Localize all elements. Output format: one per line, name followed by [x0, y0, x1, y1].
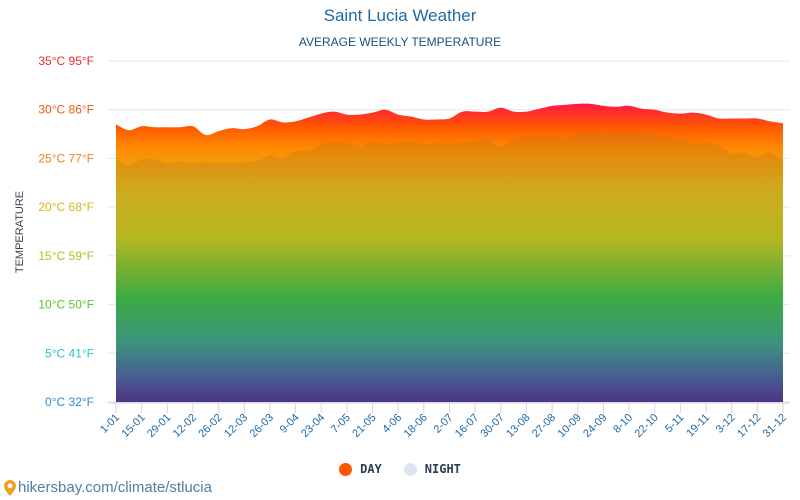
x-tick-label: 30-07 [479, 412, 507, 440]
x-tick-label: 1-01 [98, 412, 122, 436]
x-tick-label: 9-04 [278, 412, 302, 436]
x-tick-label: 29-01 [145, 412, 173, 440]
x-tick-label: 18-06 [402, 412, 430, 440]
x-tick-label: 27-08 [530, 412, 558, 440]
y-tick-label: 35°C 95°F [38, 54, 94, 68]
x-tick-label: 2-07 [432, 412, 456, 436]
x-tick-label: 13-08 [504, 412, 532, 440]
legend-item-day[interactable]: DAY [339, 462, 382, 476]
x-tick-label: 26-02 [196, 412, 224, 440]
legend-item-night[interactable]: NIGHT [403, 462, 461, 476]
x-tick-label: 19-11 [684, 412, 712, 440]
source-link[interactable]: hikersbay.com/climate/stlucia [4, 479, 212, 496]
y-tick-label: 15°C 59°F [38, 249, 94, 263]
source-url: hikersbay.com/climate/stlucia [18, 479, 212, 496]
y-tick-label: 5°C 41°F [45, 346, 94, 360]
y-tick-labels: 0°C 32°F 5°C 41°F 10°C 50°F 15°C 59°F 20°C 6… [38, 54, 94, 409]
day-dot-icon [339, 462, 353, 476]
x-tick-label: 16-07 [453, 412, 481, 440]
night-area [116, 132, 783, 402]
x-tick-label: 10-09 [556, 412, 584, 440]
x-tick-label: 24-09 [581, 412, 609, 440]
x-tick-label: 3-12 [714, 412, 738, 436]
legend: DAY NIGHT [0, 462, 800, 476]
x-tick-label: 17-12 [735, 412, 763, 440]
x-tick-label: 4-06 [380, 412, 404, 436]
y-tick-label: 20°C 68°F [38, 200, 94, 214]
temperature-chart: 0°C 32°F 5°C 41°F 10°C 50°F 15°C 59°F 20°C 6… [38, 54, 790, 440]
x-tick-label: 31-12 [761, 412, 789, 440]
x-tick-label: 21-05 [350, 412, 378, 440]
x-tick-label: 15-01 [119, 412, 147, 440]
x-tick-label: 23-04 [299, 412, 327, 440]
map-pin-icon [4, 479, 16, 496]
x-tick-label: 12-02 [171, 412, 199, 440]
night-dot-icon [403, 462, 417, 476]
x-tick-label: 8-10 [611, 412, 635, 436]
y-tick-label: 25°C 77°F [38, 151, 94, 165]
y-tick-label: 30°C 86°F [38, 103, 94, 117]
y-tick-label: 0°C 32°F [45, 395, 94, 409]
y-tick-label: 10°C 50°F [38, 298, 94, 312]
legend-label-day: DAY [360, 462, 382, 476]
x-tick-labels: 1-0115-0129-0112-0226-0212-0326-03 9-0423… [98, 402, 790, 440]
x-tick-label: 12-03 [222, 412, 250, 440]
x-tick-label: 5-11 [663, 412, 686, 435]
legend-label-night: NIGHT [424, 462, 461, 476]
x-tick-label: 26-03 [248, 412, 276, 440]
x-tick-label: 22-10 [632, 412, 660, 440]
x-tick-label: 7-05 [329, 412, 353, 436]
